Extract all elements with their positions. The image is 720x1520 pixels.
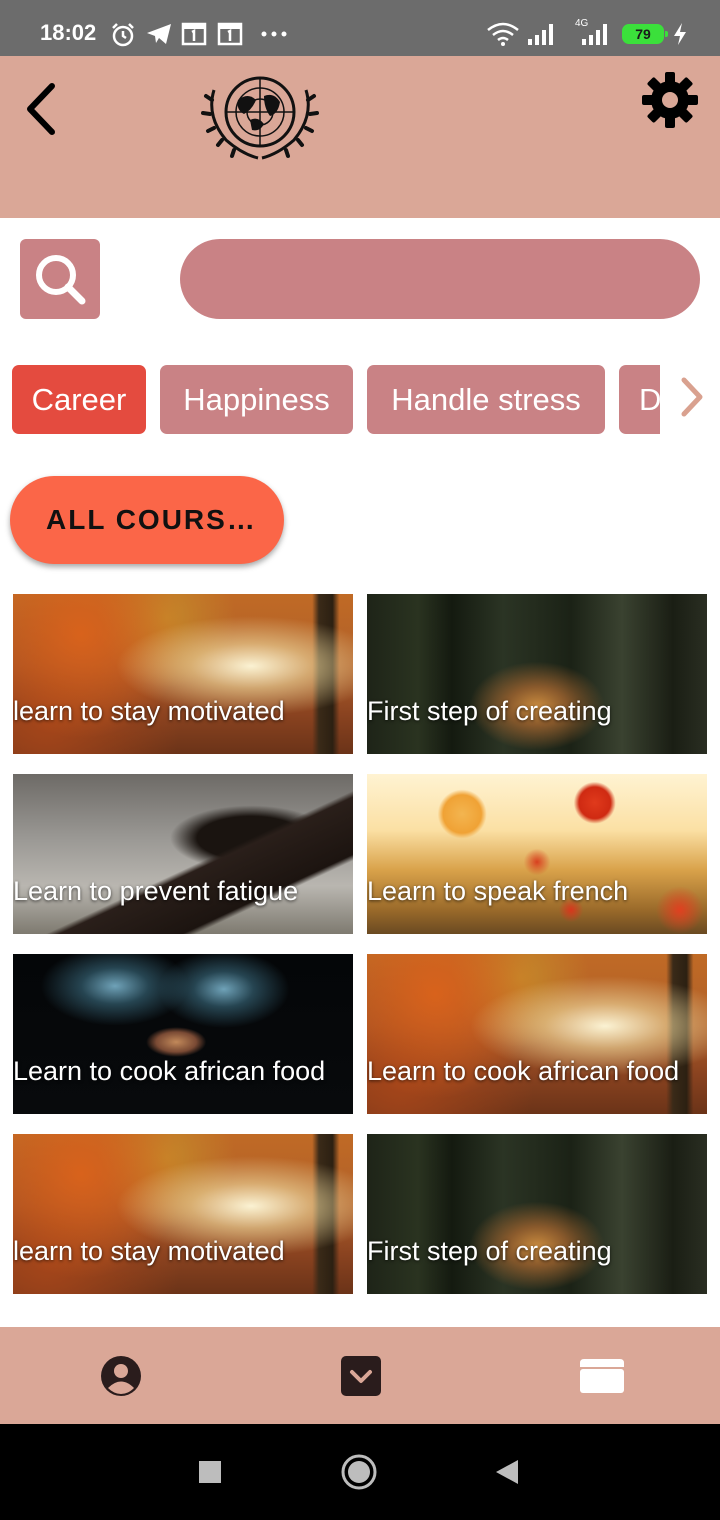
recent-apps-icon[interactable] xyxy=(198,1460,222,1484)
chevron-right-icon xyxy=(681,377,703,417)
charging-bolt-icon xyxy=(674,23,686,45)
system-navigation-bar xyxy=(0,1424,720,1520)
nav-profile[interactable] xyxy=(0,1327,240,1424)
download-icon xyxy=(341,1356,381,1396)
course-title: Learn to speak french xyxy=(367,876,629,906)
folder-icon xyxy=(580,1359,624,1393)
un-emblem-icon xyxy=(201,76,319,160)
nav-downloads[interactable] xyxy=(240,1327,480,1424)
course-card[interactable]: Learn to cook african food xyxy=(367,954,707,1114)
search-input[interactable] xyxy=(180,239,700,319)
more-dots-icon xyxy=(261,31,287,37)
notification-box-icon xyxy=(181,22,207,46)
course-title: Learn to cook african food xyxy=(13,1056,326,1086)
wifi-icon xyxy=(487,22,519,46)
back-button[interactable] xyxy=(20,82,64,136)
category-chip-happiness[interactable]: Happiness xyxy=(160,365,353,434)
signal-icon xyxy=(582,24,607,45)
home-icon[interactable] xyxy=(340,1453,378,1491)
course-card[interactable]: Learn to speak french xyxy=(367,774,707,934)
notification-box-icon xyxy=(217,22,243,46)
all-courses-button[interactable]: ALL COURS… xyxy=(10,476,284,564)
alarm-icon xyxy=(112,23,134,47)
course-title: Learn to prevent fatigue xyxy=(13,876,299,906)
category-chip-list: Career Happiness Handle stress D xyxy=(0,365,660,435)
gear-icon xyxy=(642,72,698,128)
course-title: First step of creating xyxy=(367,696,612,726)
status-time: 18:02 xyxy=(40,20,97,45)
course-card[interactable]: Learn to cook african food xyxy=(13,954,353,1114)
course-card[interactable]: Learn to prevent fatigue xyxy=(13,774,353,934)
course-card[interactable]: First step of creating xyxy=(367,1134,707,1294)
profile-icon xyxy=(101,1356,141,1396)
bottom-navigation xyxy=(0,1327,720,1424)
battery-indicator: 79 xyxy=(622,24,668,44)
course-title: First step of creating xyxy=(367,1236,612,1266)
search-icon xyxy=(36,255,86,305)
course-card[interactable]: First step of creating xyxy=(367,594,707,754)
signal-icon xyxy=(528,24,553,45)
course-card[interactable]: learn to stay motivated xyxy=(13,594,353,754)
telegram-icon xyxy=(147,24,171,44)
status-bar: 18:02 4G 79 xyxy=(0,0,720,56)
course-card[interactable]: learn to stay motivated xyxy=(13,1134,353,1294)
category-chip-partial[interactable]: D xyxy=(619,365,660,434)
course-title: learn to stay motivated xyxy=(13,1236,285,1266)
search-button[interactable] xyxy=(20,239,100,319)
nav-library[interactable] xyxy=(480,1327,720,1424)
chevron-left-icon xyxy=(27,83,55,135)
scroll-right-button[interactable] xyxy=(672,372,712,422)
settings-button[interactable] xyxy=(640,70,700,130)
course-title: learn to stay motivated xyxy=(13,696,285,726)
course-title: Learn to cook african food xyxy=(367,1056,680,1086)
back-triangle-icon[interactable] xyxy=(494,1458,520,1486)
category-chip-career[interactable]: Career xyxy=(12,365,146,434)
category-chip-handle-stress[interactable]: Handle stress xyxy=(367,365,605,434)
app-header xyxy=(0,56,720,218)
